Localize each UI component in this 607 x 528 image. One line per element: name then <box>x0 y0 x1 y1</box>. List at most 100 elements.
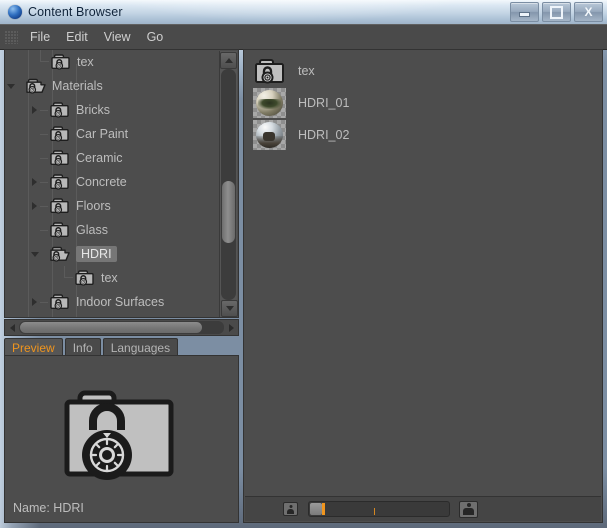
file-list: tex HDRI_01 HDRI_02 <box>244 50 602 495</box>
list-item[interactable]: HDRI_02 <box>244 119 602 151</box>
tree-twisty-spacer <box>53 266 64 290</box>
menu-item-go[interactable]: Go <box>139 28 172 46</box>
tree-twisty-spacer <box>29 50 40 74</box>
folder-locked-icon <box>49 149 71 167</box>
person-glyph-icon <box>287 504 294 514</box>
application-window: Content Browser X File Edit View Go tex … <box>0 0 607 528</box>
tree-expand-arrow-icon[interactable] <box>29 194 40 218</box>
tree-expand-arrow-icon[interactable] <box>29 290 40 314</box>
slider-knob[interactable] <box>310 503 322 515</box>
tree-twisty-spacer <box>29 122 40 146</box>
chevron-left-icon <box>9 323 15 332</box>
app-sphere-icon <box>8 5 22 19</box>
tree-collapse-arrow-icon[interactable] <box>29 242 40 266</box>
maximize-button[interactable] <box>542 2 571 22</box>
tree-item-materials[interactable]: Materials <box>5 74 103 98</box>
tree-connector <box>40 157 48 159</box>
tree-item-glass[interactable]: Glass <box>29 218 108 242</box>
tree-twisty-spacer <box>29 218 40 242</box>
tree-item-label: Bricks <box>76 103 111 117</box>
tree-connector <box>40 229 48 231</box>
small-thumbnail-icon[interactable] <box>283 502 298 516</box>
menu-item-file[interactable]: File <box>22 28 58 46</box>
tab-preview[interactable]: Preview <box>4 338 63 356</box>
list-item[interactable]: HDRI_01 <box>244 87 602 119</box>
chevron-down-icon <box>225 306 234 311</box>
slider-marker <box>322 503 325 515</box>
tree-horizontal-scroll-thumb[interactable] <box>20 322 202 333</box>
tree-collapse-arrow-icon[interactable] <box>5 74 16 98</box>
tree-item-ceramic[interactable]: Ceramic <box>29 146 123 170</box>
folder-open-locked-icon <box>49 245 71 263</box>
chevron-right-icon <box>228 323 234 332</box>
tree-horizontal-scrollbar[interactable] <box>4 319 239 336</box>
tree-twisty-spacer <box>29 146 40 170</box>
chevron-up-icon <box>224 58 233 63</box>
folder-locked-icon <box>49 125 71 143</box>
tree-scroll-right-button[interactable] <box>224 321 238 334</box>
tree-expand-arrow-icon[interactable] <box>29 98 40 122</box>
folder-locked-icon <box>74 269 96 287</box>
folder-tree[interactable]: tex Materials Bricks Car Paint Ceramic Concre… <box>4 49 239 318</box>
folder-locked-large-icon <box>59 378 185 495</box>
tab-languages[interactable]: Languages <box>102 338 179 356</box>
tree-expand-arrow-icon[interactable] <box>29 170 40 194</box>
tree-scroll-up-button[interactable] <box>220 52 237 69</box>
folder-locked-icon <box>49 173 71 191</box>
list-item-label: tex <box>298 64 315 78</box>
menu-item-edit[interactable]: Edit <box>58 28 96 46</box>
drag-grip-icon[interactable] <box>5 30 18 44</box>
tree-item-indoor-surfaces[interactable]: Indoor Surfaces <box>29 290 164 314</box>
tree-item-car-paint[interactable]: Car Paint <box>29 122 128 146</box>
folder-locked-icon <box>50 53 72 71</box>
close-icon: X <box>584 5 593 19</box>
tree-item-bricks[interactable]: Bricks <box>29 98 110 122</box>
tree-item-hdri[interactable]: HDRI <box>29 242 117 266</box>
tree-connector <box>40 254 48 255</box>
tree-item-concrete[interactable]: Concrete <box>29 170 127 194</box>
close-button[interactable]: X <box>574 2 603 22</box>
tree-connector <box>40 109 48 111</box>
window-title: Content Browser <box>28 5 123 19</box>
file-list-panel[interactable]: tex HDRI_01 HDRI_02 <box>243 49 603 523</box>
thumbnail-size-slider[interactable] <box>308 501 450 517</box>
tree-scroll-left-button[interactable] <box>5 321 19 334</box>
minimize-button[interactable] <box>510 2 539 22</box>
preview-tabs: Preview Info Languages <box>4 337 239 356</box>
sphere-thumbnail <box>256 122 283 148</box>
tree-item-tex[interactable]: tex <box>53 266 118 290</box>
tree-item-label: Ceramic <box>76 151 123 165</box>
tree-item-label: HDRI <box>76 246 117 262</box>
tree-item-tex[interactable]: tex <box>29 50 94 74</box>
list-item-label: HDRI_01 <box>298 96 350 110</box>
large-thumbnail-icon[interactable] <box>459 500 478 518</box>
list-item-label: HDRI_02 <box>298 128 350 142</box>
sphere-thumbnail <box>256 90 283 116</box>
tree-connector <box>40 205 48 207</box>
tree-vertical-scrollbar[interactable] <box>219 51 238 317</box>
tree-scroll-down-button[interactable] <box>221 300 238 317</box>
tree-item-floors[interactable]: Floors <box>29 194 111 218</box>
menu-item-view[interactable]: View <box>96 28 139 46</box>
tree-vertical-scroll-thumb[interactable] <box>222 181 235 243</box>
preview-name-label: Name: HDRI <box>13 501 84 515</box>
minimize-icon <box>519 12 530 17</box>
tree-item-label: Indoor Surfaces <box>76 295 165 309</box>
folder-locked-icon <box>253 56 286 86</box>
list-item[interactable]: tex <box>244 55 602 87</box>
tree-connector <box>40 181 48 183</box>
folder-locked-icon <box>49 293 71 311</box>
tree-vertical-scroll-track[interactable] <box>221 69 236 300</box>
tab-info[interactable]: Info <box>64 338 101 356</box>
title-bar: Content Browser X <box>0 0 607 24</box>
folder-locked-icon <box>49 221 71 239</box>
preview-panel: Name: HDRI <box>4 355 239 523</box>
tree-item-label: Floors <box>76 199 111 213</box>
tree-item-label: tex <box>101 271 118 285</box>
tree-item-label: Glass <box>76 223 108 237</box>
tree-horizontal-scroll-track[interactable] <box>19 321 224 334</box>
tree-connector <box>40 133 48 135</box>
left-pane: tex Materials Bricks Car Paint Ceramic Concre… <box>4 49 239 523</box>
folder-locked-icon <box>49 101 71 119</box>
hdri-sphere-preview <box>253 120 286 150</box>
